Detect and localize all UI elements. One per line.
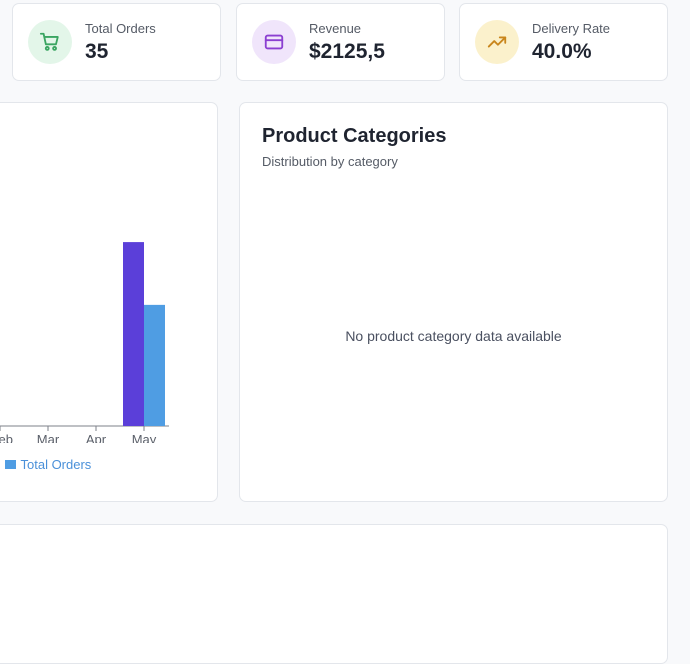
chart-legend: sTotal Orders [0, 457, 91, 472]
legend-swatch-total-orders [4, 460, 16, 469]
bottom-card [0, 524, 668, 664]
x-tick-label: Apr [86, 432, 107, 443]
stat-value: 40.0% [532, 40, 592, 63]
stat-card-total-orders: Total Orders 35 [12, 3, 221, 81]
stat-label: Total Orders [85, 21, 156, 36]
stat-card-revenue: Revenue $2125,5 [236, 3, 445, 81]
x-tick-label: eb [0, 432, 13, 443]
delivery-icon-badge [475, 20, 519, 64]
card-subtitle: Distribution by category [262, 154, 398, 169]
credit-card-icon [264, 34, 284, 50]
stat-value: $2125,5 [309, 40, 385, 63]
monthly-chart-card: eb Mar Apr May sTotal Orders [0, 102, 218, 502]
empty-state-message: No product category data available [345, 328, 562, 344]
legend-label-total-orders: Total Orders [20, 457, 92, 472]
shopping-cart-icon [39, 32, 59, 51]
x-tick-label: Mar [37, 432, 60, 443]
bar-chart: eb Mar Apr May [0, 242, 169, 443]
card-title: Product Categories [262, 125, 447, 147]
stat-label: Delivery Rate [532, 21, 611, 36]
product-categories-card: Product Categories Distribution by categ… [239, 102, 668, 502]
stat-value: 35 [85, 40, 109, 63]
x-tick-label: May [132, 432, 157, 443]
bar-series-1-may[interactable] [123, 242, 144, 426]
stat-card-delivery-rate: Delivery Rate 40.0% [459, 3, 668, 81]
trending-up-icon [487, 36, 507, 48]
orders-icon-badge [28, 20, 72, 64]
bar-total-orders-may[interactable] [144, 304, 165, 426]
stat-label: Revenue [309, 21, 362, 36]
revenue-icon-badge [252, 20, 296, 64]
